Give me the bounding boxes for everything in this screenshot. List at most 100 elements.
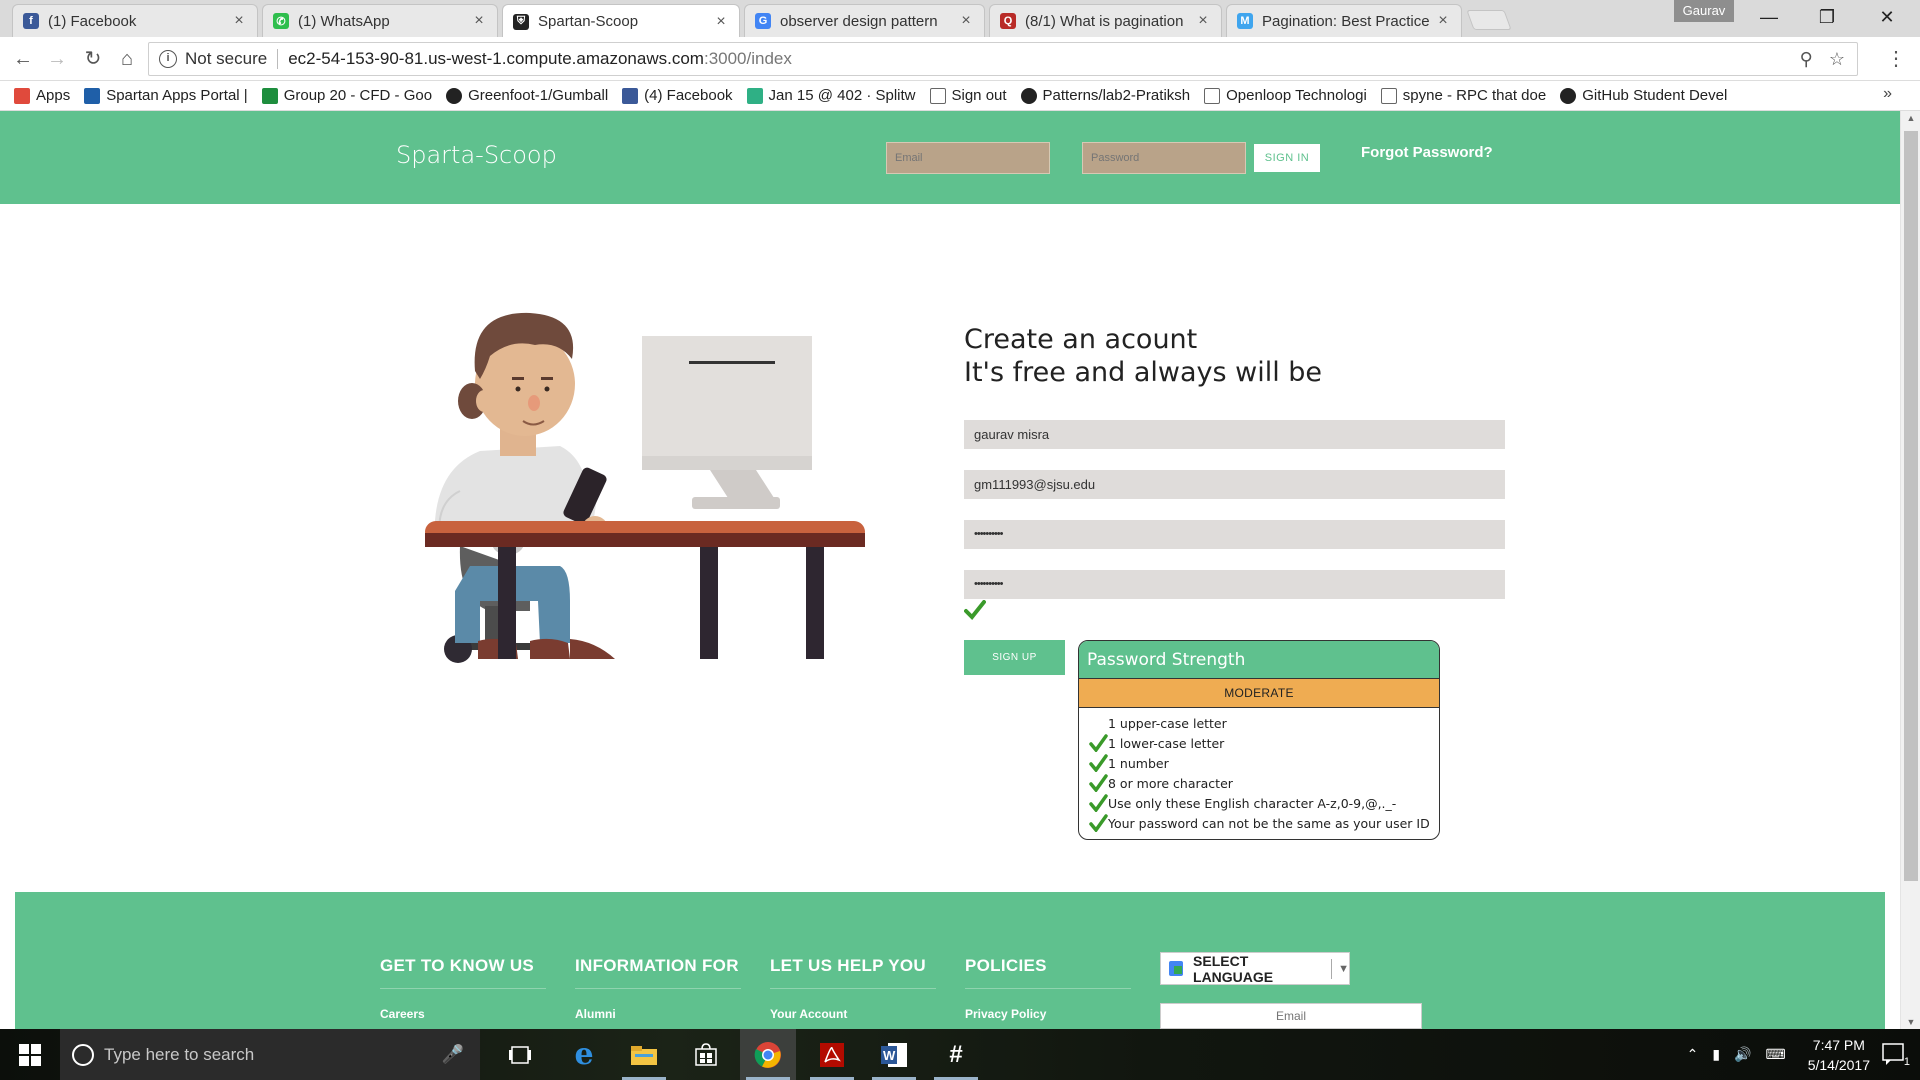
action-center-icon[interactable]: 1	[1882, 1042, 1910, 1068]
browser-tab[interactable]: Gobserver design pattern ×	[744, 4, 985, 37]
edge-icon[interactable]: e	[556, 1029, 612, 1080]
password-field[interactable]: ••••••••••	[964, 520, 1505, 549]
taskbar-search-placeholder: Type here to search	[104, 1044, 255, 1064]
file-explorer-icon[interactable]	[616, 1029, 672, 1080]
language-select[interactable]: SELECT LANGUAGE ▼	[1160, 952, 1350, 985]
store-icon[interactable]	[678, 1029, 734, 1080]
footer-column-heading: GET TO KNOW US	[380, 956, 546, 989]
forward-icon[interactable]: →	[44, 46, 70, 72]
facebook-icon	[622, 87, 639, 104]
slack-icon[interactable]: #	[928, 1029, 984, 1080]
rule-met-check-icon	[1089, 734, 1108, 752]
bookmark-item[interactable]: Spartan Apps Portal |	[84, 87, 248, 104]
bookmark-item[interactable]: Patterns/lab2-Pratiksh	[1020, 87, 1190, 104]
forgot-password-link[interactable]: Forgot Password?	[1361, 144, 1493, 161]
header-password-input[interactable]	[1082, 142, 1246, 174]
bookmark-item[interactable]: spyne - RPC that doe	[1380, 87, 1547, 104]
bookmark-item[interactable]: Greenfoot-1/Gumball	[446, 87, 608, 104]
bookmark-item[interactable]: Group 20 - CFD - Goo	[261, 87, 432, 104]
profile-chip[interactable]: Gaurav	[1674, 0, 1734, 22]
footer-column-heading: POLICIES	[965, 956, 1131, 989]
zoom-icon[interactable]: ⚲	[1800, 49, 1813, 70]
svg-text:W: W	[883, 1048, 896, 1063]
more-bookmarks-icon[interactable]: »	[1883, 85, 1892, 103]
battery-icon[interactable]: ▮	[1712, 1046, 1720, 1063]
bookmark-item[interactable]: Openloop Technologi	[1204, 87, 1367, 104]
close-window-button[interactable]: ✕	[1864, 0, 1910, 34]
browser-tab[interactable]: ✆ (1) WhatsApp ×	[262, 4, 498, 37]
home-icon[interactable]: ⌂	[114, 46, 140, 72]
person-at-desk-illustration	[425, 312, 865, 663]
close-tab-icon[interactable]: ×	[1435, 12, 1451, 30]
bookmark-list: Apps Spartan Apps Portal | Group 20 - CFD …	[0, 87, 1727, 104]
bookmark-label: (4) Facebook	[644, 87, 733, 104]
scrollbar-thumb[interactable]	[1904, 131, 1918, 881]
sign-up-button[interactable]: SIGN UP	[964, 640, 1065, 675]
word-icon[interactable]: W	[866, 1029, 922, 1080]
password-rule: Your password can not be the same as you…	[1089, 813, 1439, 833]
keyboard-icon[interactable]: ⌨	[1765, 1046, 1785, 1063]
github-icon	[446, 87, 463, 104]
browser-tab[interactable]: Q (8/1) What is pagination ×	[989, 4, 1222, 37]
task-view-icon[interactable]	[492, 1029, 548, 1080]
scroll-up-icon[interactable]: ▲	[1901, 113, 1920, 123]
password-rule: 1 number	[1089, 753, 1439, 773]
info-icon[interactable]: i	[159, 50, 177, 68]
bookmark-item[interactable]: Apps	[14, 87, 70, 104]
omnibox[interactable]: i Not secure ec2-54-153-90-81.us-west-1.…	[148, 42, 1858, 76]
chrome-menu-icon[interactable]: ⋮	[1886, 46, 1906, 71]
rule-met-check-icon	[1089, 814, 1108, 832]
acrobat-icon[interactable]	[804, 1029, 860, 1080]
restore-button[interactable]: ❐	[1804, 0, 1850, 34]
close-tab-icon[interactable]: ×	[1195, 12, 1211, 30]
minimize-button[interactable]: —	[1746, 0, 1792, 34]
browser-tab[interactable]: ⛨ Spartan-Scoop ×	[502, 4, 740, 38]
microphone-icon[interactable]: 🎤	[442, 1044, 464, 1065]
bookmark-item[interactable]: Jan 15 @ 402 · Splitw	[746, 87, 916, 104]
site-brand[interactable]: Sparta-Scoop	[396, 141, 557, 169]
signup-subheading: It's free and always will be	[964, 357, 1323, 388]
browser-tab[interactable]: M Pagination: Best Practice ×	[1226, 4, 1462, 37]
close-tab-icon[interactable]: ×	[231, 12, 247, 30]
volume-icon[interactable]: 🔊	[1734, 1046, 1751, 1063]
medium-icon: M	[1237, 13, 1253, 29]
new-tab-button[interactable]	[1466, 10, 1512, 30]
header-email-input[interactable]	[886, 142, 1050, 174]
bookmark-item[interactable]: Sign out	[929, 87, 1007, 104]
full-name-input[interactable]: gaurav misra	[964, 420, 1505, 449]
footer-link[interactable]: Your Account	[770, 1007, 936, 1021]
notification-count: 1	[1903, 1056, 1910, 1068]
bookmark-item[interactable]: GitHub Student Devel	[1560, 87, 1727, 104]
newsletter-email-input[interactable]	[1160, 1003, 1422, 1029]
language-select-divider	[1331, 958, 1333, 979]
bookmark-star-icon[interactable]: ☆	[1829, 49, 1845, 70]
scroll-down-icon[interactable]: ▼	[1901, 1017, 1920, 1027]
tab-title: observer design pattern	[780, 12, 938, 30]
bookmark-item[interactable]: (4) Facebook	[622, 87, 733, 104]
back-icon[interactable]: ←	[10, 46, 36, 72]
close-tab-icon[interactable]: ×	[471, 12, 487, 30]
reload-icon[interactable]: ↻	[80, 46, 106, 72]
url-host[interactable]: ec2-54-153-90-81.us-west-1.compute.amazo…	[288, 49, 704, 69]
windows-start-button[interactable]	[0, 1029, 60, 1080]
sign-in-button[interactable]: SIGN IN	[1254, 144, 1320, 172]
close-tab-icon[interactable]: ×	[713, 13, 729, 31]
google-translate-icon	[1169, 961, 1184, 976]
taskbar-clock[interactable]: 7:47 PM 5/14/2017	[1808, 1035, 1870, 1075]
footer-link[interactable]: Privacy Policy	[965, 1007, 1131, 1021]
email-field[interactable]: gm111993@sjsu.edu	[964, 470, 1505, 499]
close-tab-icon[interactable]: ×	[958, 12, 974, 30]
spartan-helmet-icon: ⛨	[513, 13, 529, 30]
security-status[interactable]: Not secure	[185, 49, 267, 69]
taskbar-search[interactable]: Type here to search 🎤	[60, 1029, 480, 1080]
spartan-icon	[84, 87, 101, 104]
browser-tab[interactable]: f (1) Facebook ×	[12, 4, 258, 37]
footer-link[interactable]: Alumni	[575, 1007, 741, 1021]
footer-link[interactable]: Careers	[380, 1007, 546, 1021]
page-scrollbar[interactable]: ▲ ▼	[1900, 111, 1920, 1029]
chrome-taskbar-icon[interactable]	[740, 1029, 796, 1080]
bookmark-label: spyne - RPC that doe	[1402, 87, 1547, 104]
url-path[interactable]: :3000/index	[704, 49, 792, 69]
show-hidden-icons-icon[interactable]: ⌃	[1687, 1046, 1699, 1063]
confirm-password-field[interactable]: ••••••••••	[964, 570, 1505, 599]
